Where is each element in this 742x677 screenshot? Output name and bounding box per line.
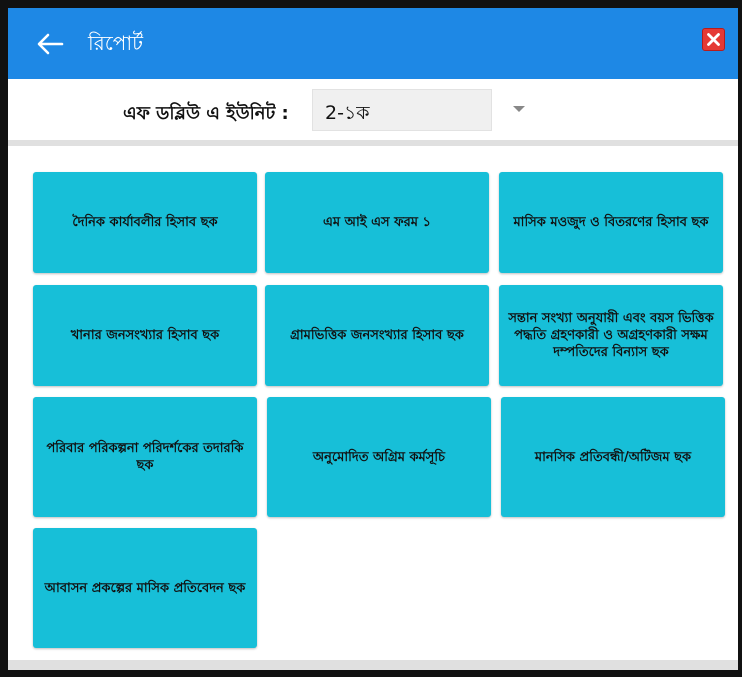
report-tile-daily-activities[interactable]: দৈনিক কার্যাবলীর হিসাব ছক: [33, 172, 257, 273]
page-title: রিপোর্ট: [88, 31, 144, 55]
report-tile-monthly-stock[interactable]: মাসিক মওজুদ ও বিতরণের হিসাব ছক: [499, 172, 723, 273]
app-bar: রিপোর্ট: [8, 8, 738, 79]
unit-filter-row: এফ ডব্লিউ এ ইউনিট : 2-১ক: [8, 79, 738, 143]
report-tile-village-population[interactable]: গ্রামভিত্তিক জনসংখ্যার হিসাব ছক: [265, 285, 489, 386]
unit-select[interactable]: 2-১ক: [312, 89, 492, 131]
close-icon: [707, 33, 720, 46]
report-window: রিপোর্ট এফ ডব্লিউ এ ইউনিট : 2-১ক দৈনিক ক…: [8, 8, 738, 670]
report-tile-household-population[interactable]: খানার জনসংখ্যার হিসাব ছক: [33, 285, 257, 386]
unit-filter-label: এফ ডব্লিউ এ ইউনিট :: [123, 103, 289, 124]
bottom-strip: [8, 660, 738, 670]
close-button[interactable]: [702, 28, 725, 51]
arrow-left-icon: [37, 33, 64, 55]
report-tile-housing-project[interactable]: আবাসন প্রকল্পের মাসিক প্রতিবেদন ছক: [33, 528, 257, 648]
back-button[interactable]: [30, 24, 70, 64]
report-tile-inspector-supervision[interactable]: পরিবার পরিকল্পনা পরিদর্শকের তদারকি ছক: [33, 397, 257, 517]
unit-select-value: 2-১ক: [325, 102, 370, 124]
dropdown-arrow-icon[interactable]: [513, 106, 525, 112]
report-grid: দৈনিক কার্যাবলীর হিসাব ছক এম আই এস ফরম ১…: [8, 146, 738, 670]
report-tile-eligible-couples[interactable]: সন্তান সংখ্যা অনুযায়ী এবং বয়স ভিত্তিক …: [499, 285, 723, 386]
report-tile-autism[interactable]: মানসিক প্রতিবন্ধী/অটিজম ছক: [501, 397, 725, 517]
report-tile-mis-form[interactable]: এম আই এস ফরম ১: [265, 172, 489, 273]
report-tile-advance-program[interactable]: অনুমোদিত অগ্রিম কর্মসূচি: [267, 397, 491, 517]
